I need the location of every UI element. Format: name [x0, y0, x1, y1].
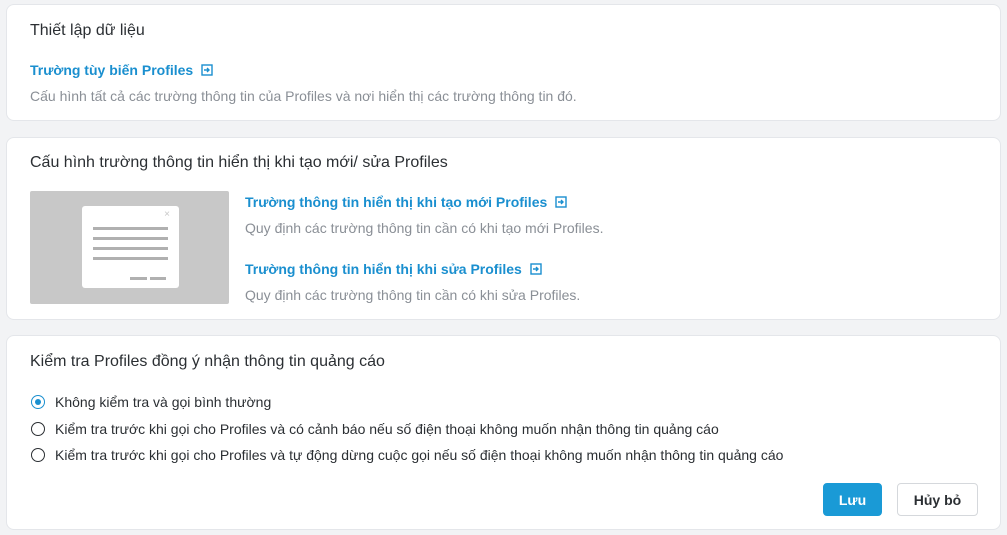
illustration-line: [93, 227, 168, 230]
radio-button[interactable]: [31, 422, 45, 436]
ad-consent-card: Kiểm tra Profiles đồng ý nhận thông tin …: [6, 335, 1001, 530]
edit-fields-link-label: Trường thông tin hiển thị khi sửa Profil…: [245, 261, 522, 277]
data-setup-card: Thiết lập dữ liệu Trường tùy biến Profil…: [6, 4, 1001, 121]
data-setup-title: Thiết lập dữ liệu: [30, 22, 145, 39]
ad-consent-option-no-check[interactable]: Không kiểm tra và gọi bình thường: [31, 394, 271, 410]
radio-button[interactable]: [31, 448, 45, 462]
external-link-icon: [201, 64, 213, 76]
option-label: Kiểm tra trước khi gọi cho Profiles và t…: [55, 447, 784, 463]
custom-fields-link-label: Trường tùy biến Profiles: [30, 62, 194, 78]
cancel-button[interactable]: Hủy bỏ: [897, 483, 978, 516]
illustration-close-icon: ×: [164, 209, 170, 220]
create-fields-description: Quy định các trường thông tin cần có khi…: [245, 220, 604, 236]
option-label: Kiểm tra trước khi gọi cho Profiles và c…: [55, 421, 719, 437]
external-link-icon: [555, 196, 567, 208]
option-label: Không kiểm tra và gọi bình thường: [55, 394, 272, 410]
edit-fields-link[interactable]: Trường thông tin hiển thị khi sửa Profil…: [245, 261, 542, 277]
ad-consent-option-warn[interactable]: Kiểm tra trước khi gọi cho Profiles và c…: [31, 421, 719, 437]
illustration-dialog: ×: [82, 206, 179, 288]
ad-consent-title: Kiểm tra Profiles đồng ý nhận thông tin …: [30, 353, 385, 370]
ad-consent-option-auto-stop[interactable]: Kiểm tra trước khi gọi cho Profiles và t…: [31, 447, 783, 463]
illustration-line: [93, 237, 168, 240]
create-fields-link-label: Trường thông tin hiển thị khi tạo mới Pr…: [245, 194, 548, 210]
custom-fields-link[interactable]: Trường tùy biến Profiles: [30, 62, 213, 78]
save-button[interactable]: Lưu: [823, 483, 882, 516]
radio-button-selected[interactable]: [31, 395, 45, 409]
external-link-icon: [530, 263, 542, 275]
form-illustration: ×: [30, 191, 229, 304]
display-config-title: Cấu hình trường thông tin hiển thị khi t…: [30, 154, 448, 171]
illustration-line: [93, 247, 168, 250]
edit-fields-description: Quy định các trường thông tin cần có khi…: [245, 287, 581, 303]
display-config-card: Cấu hình trường thông tin hiển thị khi t…: [6, 137, 1001, 320]
illustration-line: [93, 257, 168, 260]
illustration-button: [130, 277, 147, 280]
illustration-button: [150, 277, 166, 280]
custom-fields-description: Cấu hình tất cả các trường thông tin của…: [30, 88, 577, 104]
create-fields-link[interactable]: Trường thông tin hiển thị khi tạo mới Pr…: [245, 194, 567, 210]
